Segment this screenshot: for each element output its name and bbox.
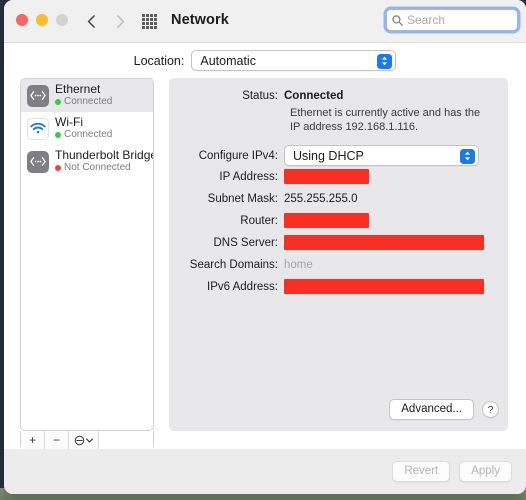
configure-ipv4-value: Using DHCP xyxy=(293,148,364,163)
configure-ipv4-row: Configure IPv4: Using DHCP xyxy=(169,145,479,166)
interface-status: Connected xyxy=(55,129,112,141)
dns-server-label: DNS Server: xyxy=(213,237,278,249)
status-value: Connected xyxy=(284,90,344,102)
sidebar-item-thunderbolt-bridge[interactable]: Thunderbolt Bridge Not Connected xyxy=(21,145,153,178)
zoom-button xyxy=(56,14,68,26)
status-text: Connected xyxy=(64,96,113,107)
configure-ipv4-dropdown[interactable]: Using DHCP xyxy=(284,145,479,166)
interface-text: Wi-Fi Connected xyxy=(55,116,112,141)
ethernet-icon xyxy=(27,84,49,107)
close-button[interactable] xyxy=(16,14,28,26)
status-row: Status: Connected xyxy=(169,89,343,103)
interface-name: Ethernet xyxy=(55,82,101,96)
status-text: Connected xyxy=(64,129,113,140)
chevron-left-icon[interactable] xyxy=(82,12,100,30)
help-button[interactable]: ? xyxy=(482,401,499,418)
interface-name: Thunderbolt Bridge xyxy=(55,148,154,162)
revert-button: Revert xyxy=(392,461,451,482)
ipv6-address-redacted-value xyxy=(284,279,484,294)
location-row: Location: Automatic xyxy=(4,43,526,78)
search-domains-value: home xyxy=(284,259,313,271)
window-bottom-bar: Revert Apply xyxy=(4,449,526,494)
minimize-button[interactable] xyxy=(36,14,48,26)
interface-list-footer: + − xyxy=(20,431,154,450)
router-label: Router: xyxy=(240,215,278,227)
ipv6-address-row: IPv6 Address: xyxy=(169,279,484,294)
configure-ipv4-label: Configure IPv4: xyxy=(198,149,278,162)
ip-address-redacted-value xyxy=(284,169,369,184)
gear-icon xyxy=(74,435,85,445)
ethernet-icon xyxy=(27,150,49,173)
ipv6-address-label: IPv6 Address: xyxy=(207,281,278,293)
stepper-icon[interactable] xyxy=(377,53,393,69)
window-body: Ethernet Connected Wi-Fi Connected Thund… xyxy=(4,78,526,450)
chevron-right-icon xyxy=(112,12,130,30)
traffic-lights xyxy=(16,14,68,26)
status-text: Not Connected xyxy=(64,162,131,173)
search-domains-label: Search Domains: xyxy=(189,259,278,271)
footer-spacer xyxy=(99,431,153,449)
wifi-icon xyxy=(27,117,49,140)
window-titlebar: Network xyxy=(4,0,526,43)
interface-status: Not Connected xyxy=(55,162,147,174)
sidebar-item-ethernet[interactable]: Ethernet Connected xyxy=(21,79,153,112)
router-redacted-value xyxy=(284,213,369,228)
remove-interface-button[interactable]: − xyxy=(45,431,69,449)
interface-name: Wi-Fi xyxy=(55,115,83,129)
subnet-mask-value: 255.255.255.0 xyxy=(284,193,358,205)
dns-server-redacted-value xyxy=(284,235,484,250)
status-dot xyxy=(55,99,61,105)
ip-address-row: IP Address: xyxy=(169,169,369,184)
search-icon xyxy=(392,14,403,26)
sidebar-item-wifi[interactable]: Wi-Fi Connected xyxy=(21,112,153,145)
chevron-down-icon xyxy=(86,437,93,443)
advanced-area: Advanced... ? xyxy=(389,399,499,420)
apply-button: Apply xyxy=(459,461,512,482)
subnet-mask-label: Subnet Mask: xyxy=(207,193,278,205)
search-input[interactable] xyxy=(404,10,526,30)
location-dropdown[interactable]: Automatic xyxy=(191,50,397,71)
page-title: Network xyxy=(171,12,229,28)
status-dot xyxy=(55,165,61,171)
interface-list: Ethernet Connected Wi-Fi Connected Thund… xyxy=(21,79,153,178)
location-label: Location: xyxy=(133,53,185,68)
grid-icon[interactable] xyxy=(142,14,157,29)
interface-text: Ethernet Connected xyxy=(55,83,112,108)
ip-address-label: IP Address: xyxy=(219,171,278,183)
search-field[interactable] xyxy=(386,9,526,31)
interface-action-menu[interactable] xyxy=(69,431,99,449)
interface-text: Thunderbolt Bridge Not Connected xyxy=(55,148,154,174)
status-dot xyxy=(55,132,61,138)
interface-detail-panel: Status: Connected Ethernet is currently … xyxy=(169,78,508,431)
subnet-mask-row: Subnet Mask: 255.255.255.0 xyxy=(169,192,358,206)
router-row: Router: xyxy=(169,213,369,228)
dns-server-row: DNS Server: xyxy=(169,235,484,250)
status-label: Status: xyxy=(242,90,278,102)
network-preferences-window: Network Location: Automatic xyxy=(4,0,526,494)
interface-status: Connected xyxy=(55,96,112,108)
add-interface-button[interactable]: + xyxy=(21,431,45,449)
interface-list-panel: Ethernet Connected Wi-Fi Connected Thund… xyxy=(20,78,154,431)
status-description: Ethernet is currently active and has the… xyxy=(290,107,481,133)
location-value: Automatic xyxy=(200,53,256,68)
search-domains-row: Search Domains: home xyxy=(169,258,313,272)
stepper-icon[interactable] xyxy=(460,148,475,164)
advanced-button[interactable]: Advanced... xyxy=(389,399,474,420)
